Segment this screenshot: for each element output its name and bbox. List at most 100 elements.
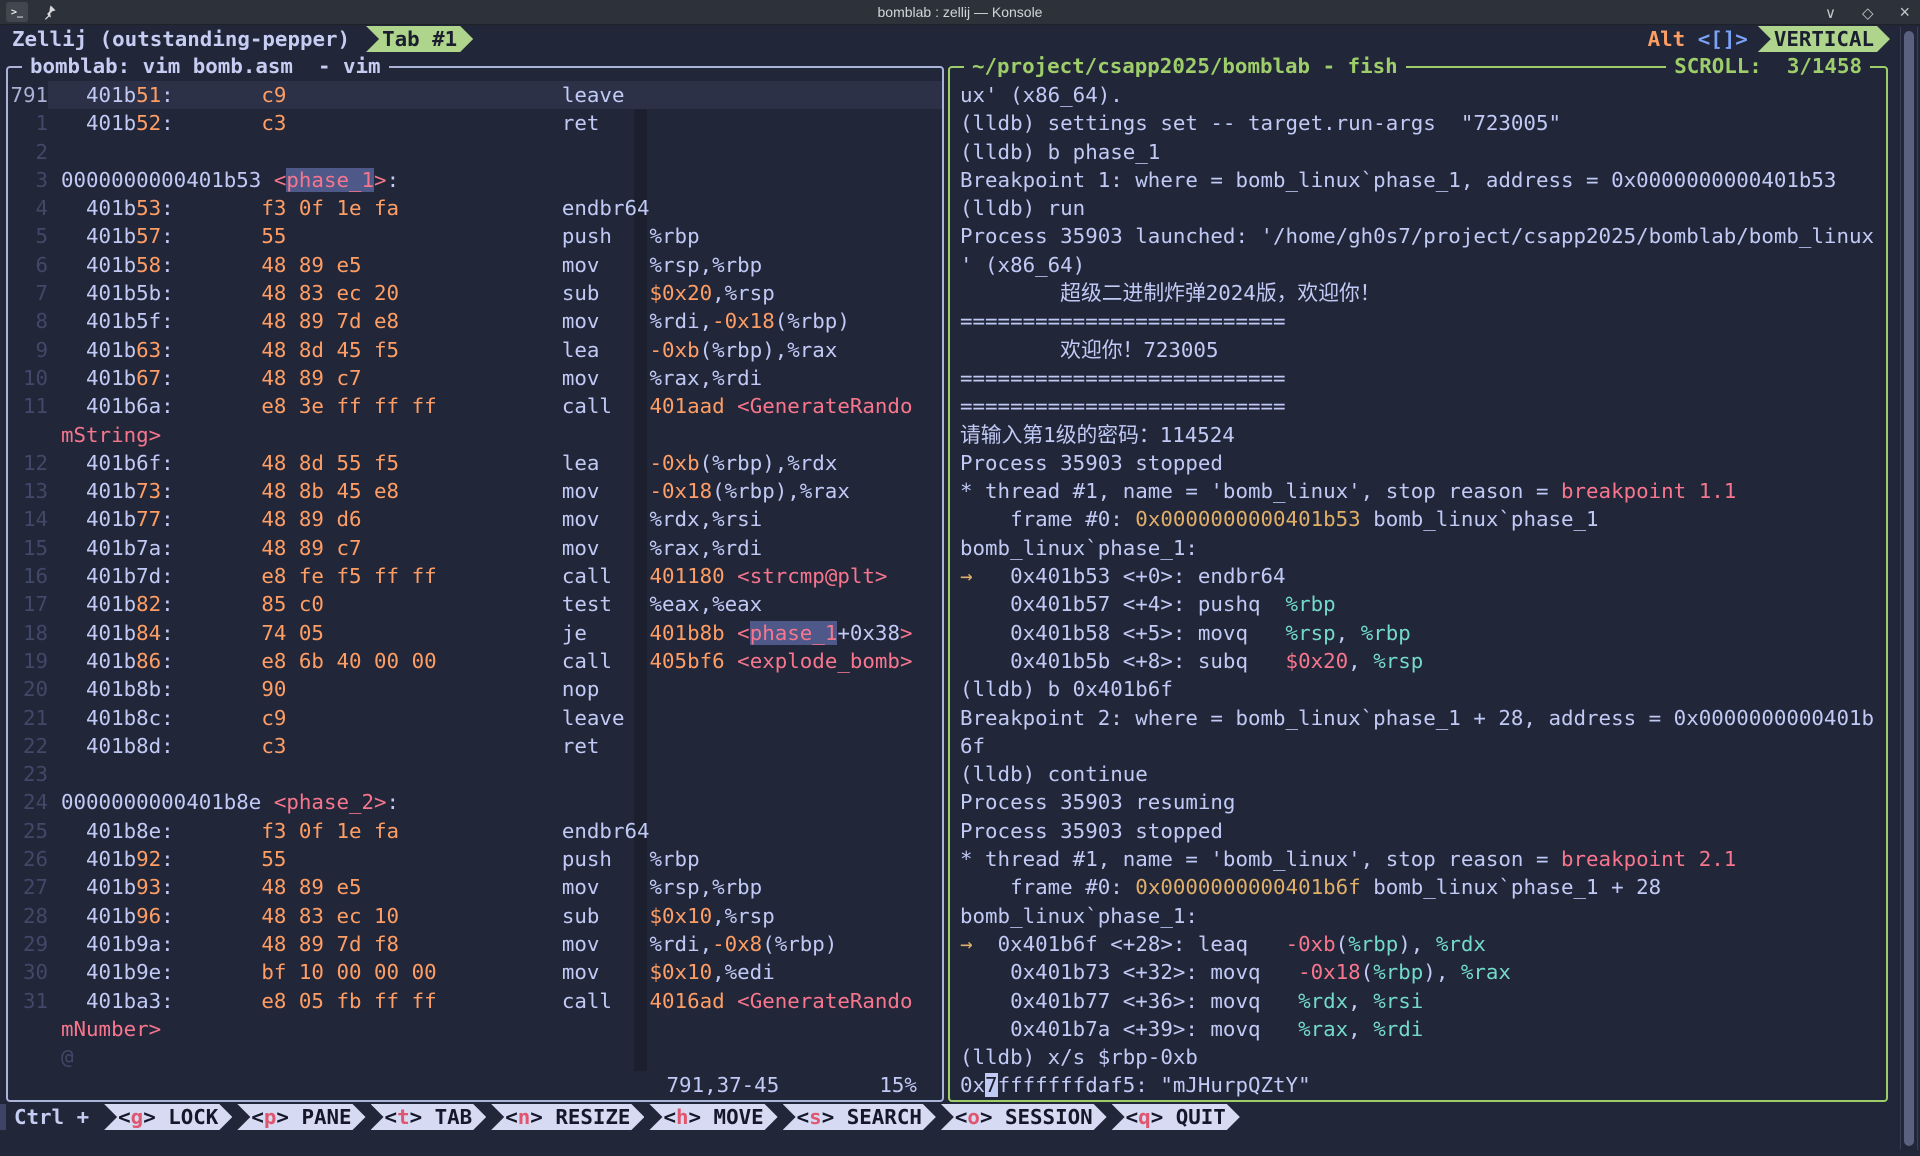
vim-pane[interactable]: bomblab: vim bomb.asm - vim 791 401b51: … xyxy=(6,66,944,1102)
line-number: 1 xyxy=(8,109,48,137)
line-number: 24 xyxy=(8,788,48,816)
keybind-resize[interactable]: <n> RESIZE xyxy=(491,1104,644,1130)
asm-line: 12 401b6f: 48 8d 55 f5 lea -0xb(%rbp),%r… xyxy=(8,449,942,477)
asm-line: 27 401b93: 48 89 e5 mov %rsp,%rbp xyxy=(8,873,942,901)
asm-line: 31 401ba3: e8 05 fb ff ff call 4016ad <G… xyxy=(8,987,942,1015)
asm-line: 19 401b86: e8 6b 40 00 00 call 405bf6 <e… xyxy=(8,647,942,675)
terminal-line: 超级二进制炸弹2024版，欢迎你！ xyxy=(950,279,1886,307)
terminal-line: 0x401b7a <+39>: movq %rax, %rdi xyxy=(950,1015,1886,1043)
terminal-line: Breakpoint 2: where = bomb_linux`phase_1… xyxy=(950,704,1886,732)
terminal-line: (lldb) run xyxy=(950,194,1886,222)
terminal-line: 0x401b73 <+32>: movq -0x18(%rbp), %rax xyxy=(950,958,1886,986)
asm-line: 20 401b8b: 90 nop xyxy=(8,675,942,703)
line-number: 14 xyxy=(8,505,48,533)
line-number: 20 xyxy=(8,675,48,703)
minimize-icon[interactable]: ∨ xyxy=(1825,4,1836,22)
line-number: 27 xyxy=(8,873,48,901)
asm-line: mString> xyxy=(8,421,942,449)
asm-line: 18 401b84: 74 05 je 401b8b <phase_1+0x38… xyxy=(8,619,942,647)
terminal-line: 0x401b57 <+4>: pushq %rbp xyxy=(950,590,1886,618)
asm-line: 7 401b5b: 48 83 ec 20 sub $0x20,%rsp xyxy=(8,279,942,307)
vim-buffer[interactable]: 791 401b51: c9 leave1 401b52: c3 ret2300… xyxy=(8,81,942,1100)
keybind-tab[interactable]: <t> TAB xyxy=(371,1104,487,1130)
asm-line: 240000000000401b8e <phase_2>: xyxy=(8,788,942,816)
window-title: bomblab : zellij — Konsole xyxy=(0,4,1920,20)
terminal-line: Process 35903 resuming xyxy=(950,788,1886,816)
line-number: 8 xyxy=(8,307,48,335)
line-number: 31 xyxy=(8,987,48,1015)
ctrl-prefix: Ctrl + xyxy=(6,1105,99,1129)
terminal-line: frame #0: 0x0000000000401b53 bomb_linux`… xyxy=(950,505,1886,533)
keybind-ribbons: <g> LOCK<p> PANE<t> TAB<n> RESIZE<h> MOV… xyxy=(99,1104,1240,1130)
terminal-line: ========================== xyxy=(950,307,1886,335)
line-number: 28 xyxy=(8,902,48,930)
zellij-tab-bar: Zellij (outstanding-pepper) Tab #1 Alt <… xyxy=(0,25,1920,53)
keybind-lock[interactable]: <g> LOCK xyxy=(104,1104,232,1130)
scrollbar[interactable] xyxy=(1900,27,1918,1150)
line-number: 16 xyxy=(8,562,48,590)
line-number xyxy=(8,1071,48,1099)
line-number: 11 xyxy=(8,392,48,420)
asm-line: 28 401b96: 48 83 ec 10 sub $0x10,%rsp xyxy=(8,902,942,930)
line-number: 15 xyxy=(8,534,48,562)
line-number: 22 xyxy=(8,732,48,760)
line-number: 30 xyxy=(8,958,48,986)
terminal-line: (lldb) b 0x401b6f xyxy=(950,675,1886,703)
terminal-line: 请输入第1级的密码：114524 xyxy=(950,421,1886,449)
terminal-line: frame #0: 0x0000000000401b6f bomb_linux`… xyxy=(950,873,1886,901)
shell-pane[interactable]: ~/project/csapp2025/bomblab - fish SCROL… xyxy=(948,66,1888,1102)
keybind-quit[interactable]: <q> QUIT xyxy=(1112,1104,1240,1130)
line-number: 791 xyxy=(8,81,48,109)
asm-line: 22 401b8d: c3 ret xyxy=(8,732,942,760)
line-number xyxy=(8,421,48,449)
terminal-line: ========================== xyxy=(950,392,1886,420)
terminal-line: 0x401b58 <+5>: movq %rsp, %rbp xyxy=(950,619,1886,647)
terminal-line: → 0x401b53 <+0>: endbr64 xyxy=(950,562,1886,590)
asm-line: 14 401b77: 48 89 d6 mov %rdx,%rsi xyxy=(8,505,942,533)
session-name: Zellij (outstanding-pepper) xyxy=(12,27,350,51)
line-number: 10 xyxy=(8,364,48,392)
terminal-line: bomb_linux`phase_1: xyxy=(950,902,1886,930)
line-number: 7 xyxy=(8,279,48,307)
line-number: 26 xyxy=(8,845,48,873)
asm-line: 8 401b5f: 48 89 7d e8 mov %rdi,-0x18(%rb… xyxy=(8,307,942,335)
line-number: 18 xyxy=(8,619,48,647)
zellij-status-bar: Ctrl + <g> LOCK<p> PANE<t> TAB<n> RESIZE… xyxy=(0,1104,1896,1130)
terminal-line: 欢迎你！723005 xyxy=(950,336,1886,364)
terminal-line: → 0x401b6f <+28>: leaq -0xb(%rbp), %rdx xyxy=(950,930,1886,958)
terminal-line: Process 35903 launched: '/home/gh0s7/pro… xyxy=(950,222,1886,250)
keybind-pane[interactable]: <p> PANE xyxy=(237,1104,365,1130)
terminal-line: bomb_linux`phase_1: xyxy=(950,534,1886,562)
lldb-output[interactable]: ux' (x86_64).(lldb) settings set -- targ… xyxy=(950,81,1886,1100)
titlebar[interactable]: >_ bomblab : zellij — Konsole ∨ ◇ × xyxy=(0,0,1920,25)
asm-line: 791 401b51: c9 leave xyxy=(8,81,942,109)
keybind-move[interactable]: <h> MOVE xyxy=(649,1104,777,1130)
scrollbar-thumb[interactable] xyxy=(1904,31,1914,1146)
terminal-line: ' (x86_64) xyxy=(950,251,1886,279)
line-number xyxy=(8,1043,48,1071)
asm-line: 23 xyxy=(8,760,942,788)
asm-line: 6 401b58: 48 89 e5 mov %rsp,%rbp xyxy=(8,251,942,279)
line-number: 12 xyxy=(8,449,48,477)
asm-line: 30000000000401b53 <phase_1>: xyxy=(8,166,942,194)
maximize-icon[interactable]: ◇ xyxy=(1862,4,1874,22)
asm-line: 4 401b53: f3 0f 1e fa endbr64 xyxy=(8,194,942,222)
tab-1[interactable]: Tab #1 xyxy=(366,26,473,52)
terminal-line: Process 35903 stopped xyxy=(950,449,1886,477)
line-number: 6 xyxy=(8,251,48,279)
close-icon[interactable]: × xyxy=(1899,2,1910,23)
asm-line: 5 401b57: 55 push %rbp xyxy=(8,222,942,250)
asm-line: mNumber> xyxy=(8,1015,942,1043)
keybind-search[interactable]: <s> SEARCH xyxy=(783,1104,936,1130)
line-number: 4 xyxy=(8,194,48,222)
asm-line: 17 401b82: 85 c0 test %eax,%eax xyxy=(8,590,942,618)
terminal-line: 0x401b77 <+36>: movq %rdx, %rsi xyxy=(950,987,1886,1015)
line-number: 3 xyxy=(8,166,48,194)
terminal-line: 0x7fffffffdaf5: "mJHurpQZtY" xyxy=(950,1071,1886,1099)
asm-line: 30 401b9e: bf 10 00 00 00 mov $0x10,%edi xyxy=(8,958,942,986)
terminal-line: (lldb) x/s $rbp-0xb xyxy=(950,1043,1886,1071)
line-number: 17 xyxy=(8,590,48,618)
keybind-session[interactable]: <o> SESSION xyxy=(941,1104,1107,1130)
line-number: 25 xyxy=(8,817,48,845)
terminal-line: (lldb) continue xyxy=(950,760,1886,788)
